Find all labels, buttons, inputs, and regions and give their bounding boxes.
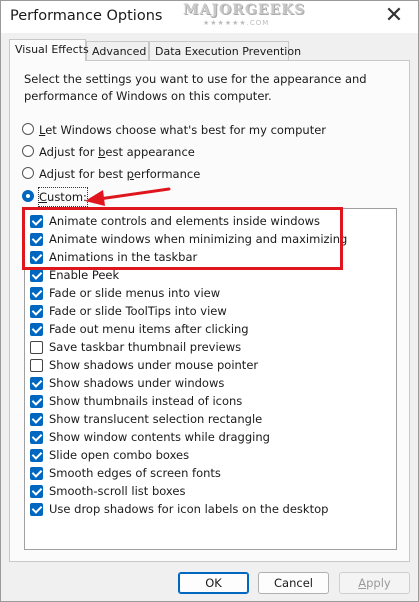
window-title: Performance Options	[10, 8, 163, 24]
checkbox-checked[interactable]	[30, 449, 43, 462]
radio-button[interactable]	[22, 123, 34, 135]
checkbox-checked[interactable]	[30, 305, 43, 318]
tab-label: Advanced	[92, 45, 147, 58]
ok-label: OK	[205, 576, 222, 590]
effect-label: Smooth-scroll list boxes	[49, 484, 186, 498]
performance-options-dialog: Performance Options MAJORGEEKS ★★★★★★.CO…	[0, 0, 419, 602]
checkbox-unchecked[interactable]	[30, 341, 43, 354]
effect-label: Show shadows under mouse pointer	[49, 358, 259, 372]
checkbox-checked[interactable]	[30, 287, 43, 300]
effect-label: Save taskbar thumbnail previews	[49, 340, 242, 354]
watermark-subtext: ★★★★★★.COM	[203, 19, 270, 27]
tab-label: Data Execution Prevention	[155, 45, 302, 58]
radio-label: Let Windows choose what's best for my co…	[39, 123, 327, 137]
majorgeeks-watermark: MAJORGEEKS ★★★★★★.COM	[183, 2, 323, 28]
effect-label: Show window contents while dragging	[49, 430, 270, 444]
effect-label: Use drop shadows for icon labels on the …	[49, 502, 329, 516]
effect-label: Show translucent selection rectangle	[49, 412, 263, 426]
checkbox-checked[interactable]	[30, 413, 43, 426]
ok-button[interactable]: OK	[178, 572, 249, 594]
checkbox-checked[interactable]	[30, 377, 43, 390]
tab-visual-effects[interactable]: Visual Effects	[9, 39, 89, 61]
checkbox-checked[interactable]	[30, 269, 43, 282]
effect-label: Show thumbnails instead of icons	[49, 394, 243, 408]
effect-label: Fade or slide menus into view	[49, 286, 221, 300]
checkbox-checked[interactable]	[30, 395, 43, 408]
checkbox-checked[interactable]	[30, 467, 43, 480]
tab-advanced[interactable]: Advanced	[86, 41, 149, 60]
checkbox-checked[interactable]	[30, 503, 43, 516]
effect-label: Slide open combo boxes	[49, 448, 190, 462]
intro-text: Select the settings you want to use for …	[24, 72, 367, 103]
checkbox-unchecked[interactable]	[30, 359, 43, 372]
checkbox-checked[interactable]	[30, 431, 43, 444]
checkbox-checked[interactable]	[30, 485, 43, 498]
annotation-highlight-box	[22, 207, 343, 270]
watermark-text: MAJORGEEKS	[183, 2, 306, 18]
checkbox-checked[interactable]	[30, 323, 43, 336]
effect-label: Fade out menu items after clicking	[49, 322, 249, 336]
radio-button[interactable]	[22, 145, 34, 157]
cancel-button[interactable]: Cancel	[258, 572, 329, 594]
effect-label: Fade or slide ToolTips into view	[49, 304, 227, 318]
effect-label: Smooth edges of screen fonts	[49, 466, 221, 480]
tab-data-execution-prevention[interactable]: Data Execution Prevention	[149, 41, 301, 60]
close-icon: ✕	[384, 3, 404, 28]
annotation-arrow-icon	[85, 187, 171, 206]
title-bar[interactable]: Performance Options MAJORGEEKS ★★★★★★.CO…	[1, 1, 418, 33]
effect-label: Show shadows under windows	[49, 376, 225, 390]
apply-button[interactable]: Apply	[339, 572, 410, 594]
apply-label: Apply	[358, 576, 391, 590]
close-button[interactable]: ✕	[382, 5, 406, 29]
radio-button[interactable]	[22, 167, 34, 179]
radio-label: Adjust for best appearance	[39, 145, 195, 159]
tab-label: Visual Effects	[15, 43, 89, 56]
cancel-label: Cancel	[274, 576, 313, 590]
radio-button-selected[interactable]	[22, 190, 34, 202]
visual-effects-panel: Select the settings you want to use for …	[9, 60, 410, 562]
